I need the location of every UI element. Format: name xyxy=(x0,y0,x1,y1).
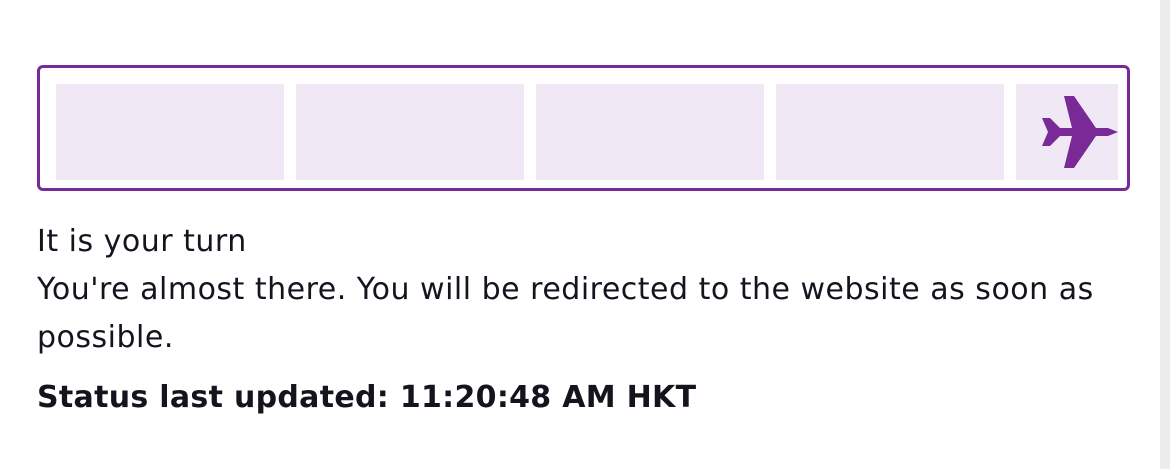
queue-heading: It is your turn xyxy=(37,224,247,259)
progress-segment-3 xyxy=(536,84,764,180)
queue-message: It is your turn You're almost there. You… xyxy=(37,218,1117,362)
status-label: Status last updated: xyxy=(37,380,390,415)
status-time: 11:20:48 AM HKT xyxy=(399,380,697,415)
queue-progress-bar xyxy=(37,65,1130,191)
queue-body: You're almost there. You will be redirec… xyxy=(37,272,1094,355)
airplane-icon xyxy=(1042,96,1118,168)
status-line: Status last updated: 11:20:48 AM HKT xyxy=(37,374,696,422)
progress-segment-1 xyxy=(56,84,284,180)
progress-segment-2 xyxy=(296,84,524,180)
scrollbar-track xyxy=(1160,0,1170,469)
progress-segment-4 xyxy=(776,84,1004,180)
progress-segment-5 xyxy=(1016,84,1118,180)
progress-track xyxy=(56,84,1118,180)
